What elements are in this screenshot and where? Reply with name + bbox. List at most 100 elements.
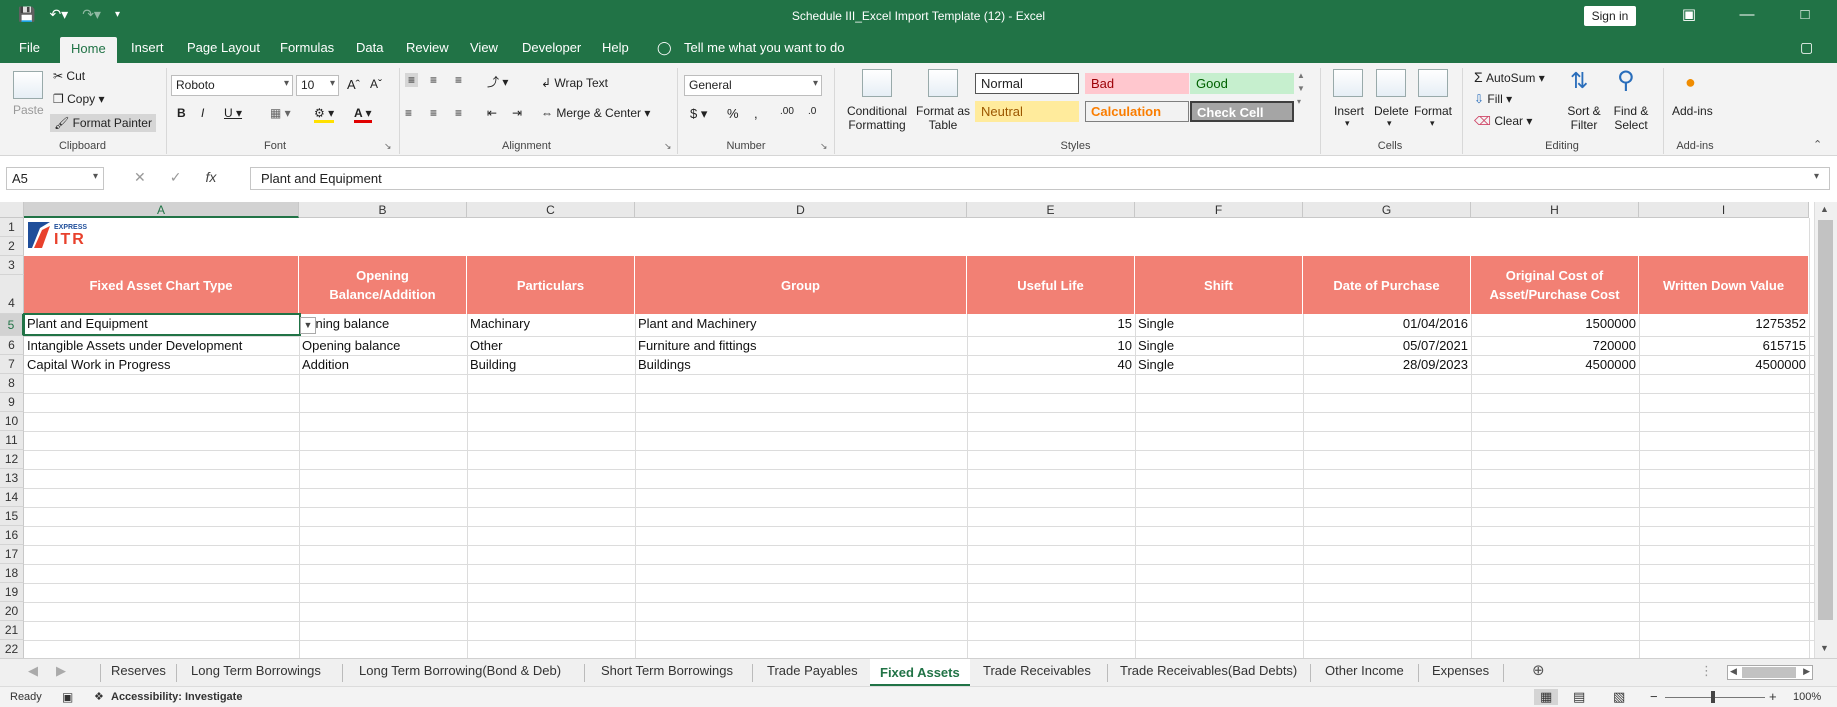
increase-font-icon[interactable]: Aˆ [347, 77, 360, 92]
tab-view[interactable]: View [470, 40, 498, 55]
conditional-formatting-button[interactable]: Conditional Formatting [845, 104, 909, 132]
copy-button[interactable]: ❐ Copy ▾ [53, 92, 104, 106]
table-cell[interactable]: 615715 [1639, 336, 1809, 355]
align-center-icon[interactable]: ≡ [430, 106, 437, 120]
tab-developer[interactable]: Developer [522, 40, 581, 55]
fill-button[interactable]: ⇩ Fill ▾ [1474, 92, 1512, 106]
column-header-h[interactable]: H [1471, 202, 1639, 218]
fill-color-icon[interactable]: ⚙ ▾ [314, 106, 335, 123]
alignment-dialog-launcher-icon[interactable]: ↘ [664, 141, 672, 152]
row-header[interactable]: 14 [0, 488, 24, 507]
tab-page-layout[interactable]: Page Layout [187, 40, 260, 55]
table-cell[interactable]: 05/07/2021 [1303, 336, 1471, 355]
table-cell[interactable]: pening balance [299, 314, 467, 333]
vertical-scrollbar[interactable]: ▲ ▼ [1814, 202, 1837, 658]
minimize-icon[interactable]: — [1718, 4, 1776, 26]
ribbon-display-icon[interactable]: ▣ [1660, 4, 1718, 26]
table-cell[interactable]: Single [1135, 336, 1303, 355]
align-middle-icon[interactable]: ≡ [430, 73, 437, 87]
sheet-tab-long-term-borrowings[interactable]: Long Term Borrowings [181, 663, 331, 678]
comments-icon[interactable]: ▢ [1800, 39, 1813, 56]
tab-insert[interactable]: Insert [131, 40, 164, 55]
table-cell[interactable]: 1275352 [1639, 314, 1809, 333]
table-cell[interactable]: Opening balance [299, 336, 467, 355]
tab-home[interactable]: Home [60, 37, 117, 63]
style-bad[interactable]: Bad [1085, 73, 1189, 94]
sheet-tab-expenses[interactable]: Expenses [1422, 663, 1499, 678]
cancel-icon[interactable]: ✕ [134, 169, 146, 186]
percent-icon[interactable]: % [727, 106, 739, 121]
select-all-corner[interactable] [0, 202, 24, 218]
sheet-options-icon[interactable]: ⋮ [1690, 663, 1723, 679]
column-header-e[interactable]: E [967, 202, 1135, 218]
cut-button[interactable]: ✂ Cut [53, 69, 85, 83]
format-cells-icon[interactable] [1418, 69, 1448, 97]
format-cells-button[interactable]: Format [1414, 104, 1452, 118]
align-bottom-icon[interactable]: ≡ [455, 73, 462, 87]
conditional-formatting-icon[interactable] [862, 69, 892, 97]
increase-indent-icon[interactable]: ⇥ [512, 106, 522, 120]
header-opening-balance[interactable]: Opening Balance/Addition [299, 256, 467, 314]
header-date-of-purchase[interactable]: Date of Purchase [1303, 256, 1471, 314]
row-header[interactable]: 5 [0, 314, 24, 336]
table-cell[interactable]: 720000 [1471, 336, 1639, 355]
scroll-up-icon[interactable]: ▲ [1820, 204, 1829, 214]
align-top-icon[interactable]: ≡ [405, 73, 419, 87]
add-ins-button[interactable]: Add-ins [1672, 104, 1713, 118]
sheet-tab-trade-payables[interactable]: Trade Payables [757, 663, 868, 678]
zoom-in-icon[interactable]: + [1769, 689, 1777, 704]
zoom-level[interactable]: 100% [1793, 691, 1821, 703]
row-header[interactable]: 10 [0, 412, 24, 431]
autosum-button[interactable]: Σ AutoSum ▾ [1474, 69, 1545, 85]
sheet-tab-fixed-assets[interactable]: Fixed Assets [870, 659, 970, 686]
header-group[interactable]: Group [635, 256, 967, 314]
decrease-indent-icon[interactable]: ⇤ [487, 106, 497, 120]
table-cell[interactable]: Capital Work in Progress [24, 355, 299, 374]
orientation-icon[interactable]: ⤴ ▾ [487, 73, 508, 90]
format-dropdown-icon[interactable]: ▾ [1430, 118, 1435, 129]
page-break-view-icon[interactable]: ▧ [1613, 689, 1625, 705]
column-header-b[interactable]: B [299, 202, 467, 218]
format-as-table-button[interactable]: Format as Table [915, 104, 971, 132]
row-header[interactable]: 9 [0, 393, 24, 412]
tab-help[interactable]: Help [602, 40, 629, 55]
insert-cells-icon[interactable] [1333, 69, 1363, 97]
style-calculation[interactable]: Calculation [1085, 101, 1189, 122]
delete-dropdown-icon[interactable]: ▾ [1387, 118, 1392, 129]
underline-icon[interactable]: U ▾ [224, 106, 242, 120]
sheet-tab-trade-receivables[interactable]: Trade Receivables [973, 663, 1101, 678]
find-select-icon[interactable]: ⚲ [1617, 66, 1635, 95]
table-cell[interactable]: Single [1135, 314, 1303, 333]
enter-icon[interactable]: ✓ [170, 169, 182, 186]
header-shift[interactable]: Shift [1135, 256, 1303, 314]
macro-record-icon[interactable]: ▣ [62, 690, 73, 704]
decrease-decimal-icon[interactable]: .0 [808, 106, 816, 117]
accessibility-status[interactable]: Accessibility: Investigate [111, 691, 242, 703]
sheet-tab-other-income[interactable]: Other Income [1315, 663, 1414, 678]
font-dialog-launcher-icon[interactable]: ↘ [384, 141, 392, 152]
scroll-left-icon[interactable]: ◀ [1730, 666, 1737, 677]
style-check-cell[interactable]: Check Cell [1190, 101, 1294, 122]
row-header[interactable]: 11 [0, 431, 24, 450]
row-header[interactable]: 15 [0, 507, 24, 526]
row-header[interactable]: 17 [0, 545, 24, 564]
accessibility-icon[interactable]: ❖ [94, 690, 104, 703]
style-good[interactable]: Good [1190, 73, 1294, 94]
table-cell[interactable]: 28/09/2023 [1303, 355, 1471, 374]
clear-button[interactable]: ⌫ Clear ▾ [1474, 114, 1532, 128]
table-cell[interactable]: Other [467, 336, 635, 355]
table-cell[interactable]: 1500000 [1471, 314, 1639, 333]
header-fixed-asset-chart-type[interactable]: Fixed Asset Chart Type [24, 256, 299, 314]
insert-function-icon[interactable]: fx [205, 169, 216, 186]
column-header-g[interactable]: G [1303, 202, 1471, 218]
sheet-tab-long-term-borrowing-bond[interactable]: Long Term Borrowing(Bond & Deb) [349, 663, 571, 678]
table-cell[interactable]: Furniture and fittings [635, 336, 967, 355]
format-as-table-icon[interactable] [928, 69, 958, 97]
row-header[interactable]: 13 [0, 469, 24, 488]
table-cell[interactable]: 4500000 [1471, 355, 1639, 374]
table-cell[interactable]: Machinary [467, 314, 635, 333]
expand-formula-bar-icon[interactable]: ▾ [1814, 171, 1819, 182]
h-scroll-thumb[interactable] [1742, 667, 1796, 678]
normal-view-icon[interactable]: ▦ [1534, 689, 1559, 705]
style-neutral[interactable]: Neutral [975, 101, 1079, 122]
